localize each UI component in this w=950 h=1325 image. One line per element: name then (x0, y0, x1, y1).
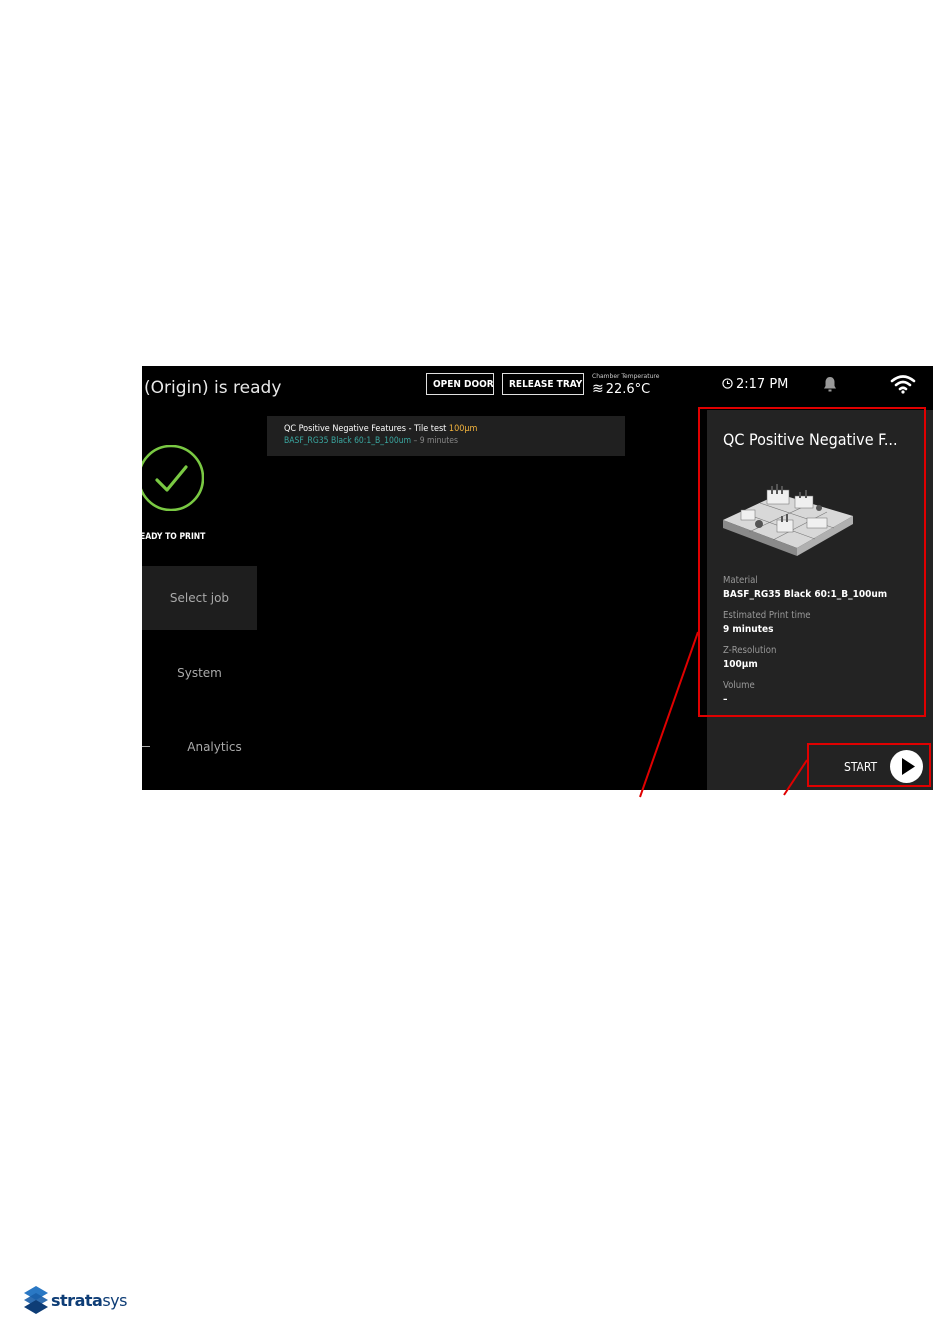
chamber-temperature-value: 22.6°C (605, 382, 651, 397)
heat-icon: ≋ (592, 381, 604, 397)
release-tray-button[interactable]: RELEASE TRAY (502, 373, 584, 395)
stratasys-logo-icon (24, 1286, 48, 1314)
page-title: (Origin) is ready (144, 378, 282, 398)
wifi-icon[interactable] (890, 374, 916, 394)
job-duration: – 9 minutes (411, 436, 458, 446)
detail-panel-highlight (698, 407, 926, 717)
nav-select-job[interactable]: Select job (142, 566, 257, 630)
nav-select-job-label: Select job (169, 591, 230, 605)
stratasys-logo-text: stratasys (51, 1291, 127, 1310)
bell-icon[interactable] (822, 376, 838, 393)
ready-status-label: EADY TO PRINT (142, 532, 206, 542)
nav-analytics-label: Analytics (187, 740, 242, 754)
chamber-temperature: ≋ 22.6°C (592, 381, 650, 397)
stratasys-logo: stratasys (24, 1286, 127, 1314)
nav-system[interactable]: System (142, 641, 257, 705)
nav-system-label: System (177, 666, 222, 680)
logo-bold: strata (51, 1290, 103, 1310)
nav-analytics[interactable]: Analytics (157, 715, 272, 779)
job-title: QC Positive Negative Features - Tile tes… (284, 424, 477, 434)
job-details: BASF_RG35 Black 60:1_B_100um – 9 minutes (284, 436, 458, 446)
start-button-highlight (807, 743, 931, 787)
job-name: QC Positive Negative Features - Tile tes… (284, 424, 447, 434)
job-material: BASF_RG35 Black 60:1_B_100um (284, 436, 412, 446)
chamber-temperature-label: Chamber Temperature (592, 373, 660, 380)
clock-time: 2:17 PM (736, 377, 789, 392)
clock-icon (722, 378, 733, 389)
job-resolution: 100µm (448, 424, 478, 434)
nav-divider (142, 746, 150, 747)
ready-check-icon (142, 445, 204, 511)
clock: 2:17 PM (722, 377, 788, 392)
job-list-item[interactable]: QC Positive Negative Features - Tile tes… (267, 416, 625, 456)
open-door-button[interactable]: OPEN DOOR (426, 373, 494, 395)
logo-light: sys (102, 1290, 127, 1310)
